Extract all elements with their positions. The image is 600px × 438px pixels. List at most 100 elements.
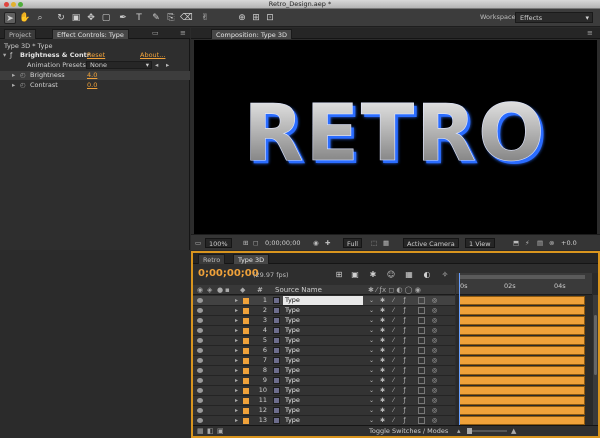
shy-switch-icon[interactable]: ⌄ bbox=[368, 367, 375, 374]
time-zoom-thumb[interactable] bbox=[467, 428, 472, 434]
label-color-swatch[interactable] bbox=[243, 398, 249, 404]
type-tool-icon[interactable]: T bbox=[133, 12, 145, 24]
parent-pickwhip-icon[interactable]: ◎ bbox=[431, 297, 438, 304]
effect-switch-icon[interactable]: ƒ bbox=[401, 377, 408, 384]
shy-switch-icon[interactable]: ⌄ bbox=[368, 307, 375, 314]
label-color-swatch[interactable] bbox=[243, 328, 249, 334]
3d-layer-switch-icon[interactable] bbox=[418, 377, 425, 384]
eye-visibility-icon[interactable] bbox=[197, 388, 203, 393]
parent-pickwhip-icon[interactable]: ◎ bbox=[431, 357, 438, 364]
stopwatch-icon[interactable]: ◴ bbox=[20, 71, 26, 80]
camera-view-dropdown[interactable]: Active Camera bbox=[403, 238, 459, 248]
shy-switch-icon[interactable]: ⌄ bbox=[368, 417, 375, 424]
eye-visibility-icon[interactable] bbox=[197, 318, 203, 323]
hand-tool-icon[interactable]: ✋ bbox=[19, 12, 31, 24]
tab-composition[interactable]: Composition: Type 3D bbox=[211, 29, 292, 39]
comp-mini-flowchart-icon[interactable]: ⊞ bbox=[333, 269, 345, 281]
eye-visibility-icon[interactable] bbox=[197, 298, 203, 303]
region-of-interest-icon[interactable]: ⬚ bbox=[371, 238, 377, 248]
source-name-header[interactable]: Source Name bbox=[275, 286, 322, 294]
always-preview-icon[interactable]: ▭ bbox=[195, 238, 201, 248]
mask-tool-icon[interactable]: ▢ bbox=[100, 12, 112, 24]
continuous-raster-icon[interactable]: ✱ bbox=[379, 417, 386, 424]
quality-switch-icon[interactable]: ⁄ bbox=[390, 357, 397, 364]
expand-triangle-icon[interactable]: ▸ bbox=[12, 71, 15, 80]
graph-editor-icon[interactable]: ◐ bbox=[421, 269, 433, 281]
layer-name[interactable]: Type bbox=[283, 316, 363, 325]
label-color-swatch[interactable] bbox=[243, 388, 249, 394]
expand-triangle-icon[interactable]: ▾ bbox=[3, 51, 6, 60]
shy-switch-icon[interactable]: ⌄ bbox=[368, 347, 375, 354]
selection-tool-icon[interactable]: ➤ bbox=[4, 12, 16, 24]
animation-presets-dropdown[interactable]: None bbox=[86, 61, 152, 69]
expand-triangle-icon[interactable]: ▸ bbox=[235, 396, 238, 405]
3d-layer-switch-icon[interactable] bbox=[418, 397, 425, 404]
quality-switch-icon[interactable]: ⁄ bbox=[390, 407, 397, 414]
label-color-swatch[interactable] bbox=[243, 378, 249, 384]
tab-effect-controls[interactable]: Effect Controls: Type bbox=[52, 29, 129, 39]
effect-switch-icon[interactable]: ƒ bbox=[401, 317, 408, 324]
view-layout-dropdown[interactable]: 1 View bbox=[465, 238, 495, 248]
3d-layer-switch-icon[interactable] bbox=[418, 407, 425, 414]
layer-name[interactable]: Type bbox=[283, 346, 363, 355]
title-safe-icon[interactable]: ⊞ bbox=[243, 238, 248, 248]
continuous-raster-icon[interactable]: ✱ bbox=[379, 377, 386, 384]
layer-duration-bar[interactable] bbox=[459, 416, 585, 425]
effect-switch-icon[interactable]: ƒ bbox=[401, 307, 408, 314]
effect-switch-icon[interactable]: ƒ bbox=[401, 407, 408, 414]
shy-switch-icon[interactable]: ⌄ bbox=[368, 397, 375, 404]
3d-layer-switch-icon[interactable] bbox=[418, 367, 425, 374]
quality-switch-icon[interactable]: ⁄ bbox=[390, 307, 397, 314]
quality-switch-icon[interactable]: ⁄ bbox=[390, 417, 397, 424]
eye-visibility-icon[interactable] bbox=[197, 358, 203, 363]
layer-name[interactable]: Type bbox=[283, 356, 363, 365]
layer-duration-bar[interactable] bbox=[459, 306, 585, 315]
parent-pickwhip-icon[interactable]: ◎ bbox=[431, 347, 438, 354]
draft-3d-icon[interactable]: ✱ bbox=[367, 269, 379, 281]
preset-prev-icon[interactable]: ◂ bbox=[155, 61, 158, 70]
fx-toggle-icon[interactable]: ƒ bbox=[10, 51, 12, 60]
3d-layer-switch-icon[interactable] bbox=[418, 347, 425, 354]
eye-visibility-icon[interactable] bbox=[197, 418, 203, 423]
in-out-panes-icon[interactable]: ▣ bbox=[217, 427, 224, 435]
param-value-brightness[interactable]: 4.0 bbox=[87, 71, 97, 80]
layer-name[interactable]: Type bbox=[283, 396, 363, 405]
label-color-swatch[interactable] bbox=[243, 298, 249, 304]
parent-pickwhip-icon[interactable]: ◎ bbox=[431, 327, 438, 334]
layer-duration-bar[interactable] bbox=[459, 346, 585, 355]
layer-name[interactable]: Type bbox=[283, 386, 363, 395]
tab-retro[interactable]: Retro bbox=[198, 254, 226, 264]
eye-visibility-icon[interactable] bbox=[197, 348, 203, 353]
effect-switch-icon[interactable]: ƒ bbox=[401, 327, 408, 334]
eraser-tool-icon[interactable]: ⌫ bbox=[180, 12, 193, 24]
tab-project[interactable]: Project bbox=[4, 29, 37, 39]
effect-switch-icon[interactable]: ƒ bbox=[401, 367, 408, 374]
label-color-swatch[interactable] bbox=[243, 358, 249, 364]
panel-lock-icon[interactable]: ▭ bbox=[152, 29, 159, 37]
continuous-raster-icon[interactable]: ✱ bbox=[379, 347, 386, 354]
panel-menu-icon[interactable]: ≡ bbox=[180, 29, 186, 37]
layer-row[interactable]: ▸ 11 Type ⌄ ✱ ⁄ ƒ ◎ bbox=[193, 396, 455, 406]
label-color-swatch[interactable] bbox=[243, 368, 249, 374]
quality-switch-icon[interactable]: ⁄ bbox=[390, 297, 397, 304]
panel-menu-icon[interactable]: ≡ bbox=[587, 29, 593, 37]
shy-switch-icon[interactable]: ⌄ bbox=[368, 387, 375, 394]
eye-visibility-icon[interactable] bbox=[197, 408, 203, 413]
time-graph[interactable]: 0s 02s 04s bbox=[456, 273, 598, 433]
time-ruler[interactable]: 0s 02s 04s bbox=[456, 273, 592, 295]
layer-duration-bar[interactable] bbox=[459, 396, 585, 405]
label-color-swatch[interactable] bbox=[243, 408, 249, 414]
expand-triangle-icon[interactable]: ▸ bbox=[235, 296, 238, 305]
brush-tool-icon[interactable]: ✎ bbox=[150, 12, 162, 24]
view-axis-mode-icon[interactable]: ⊡ bbox=[264, 12, 276, 24]
timeline-timecode[interactable]: 0;00;00;00 bbox=[198, 268, 259, 279]
world-axis-mode-icon[interactable]: ⊞ bbox=[250, 12, 262, 24]
3d-layer-switch-icon[interactable] bbox=[418, 357, 425, 364]
live-update-icon[interactable]: ▣ bbox=[349, 269, 361, 281]
layer-duration-bar[interactable] bbox=[459, 296, 585, 305]
layer-row[interactable]: ▸ 4 Type ⌄ ✱ ⁄ ƒ ◎ bbox=[193, 326, 455, 336]
eye-visibility-icon[interactable] bbox=[197, 338, 203, 343]
exposure-value[interactable]: +0.0 bbox=[561, 238, 577, 248]
eye-visibility-icon[interactable] bbox=[197, 368, 203, 373]
effect-switch-icon[interactable]: ƒ bbox=[401, 297, 408, 304]
